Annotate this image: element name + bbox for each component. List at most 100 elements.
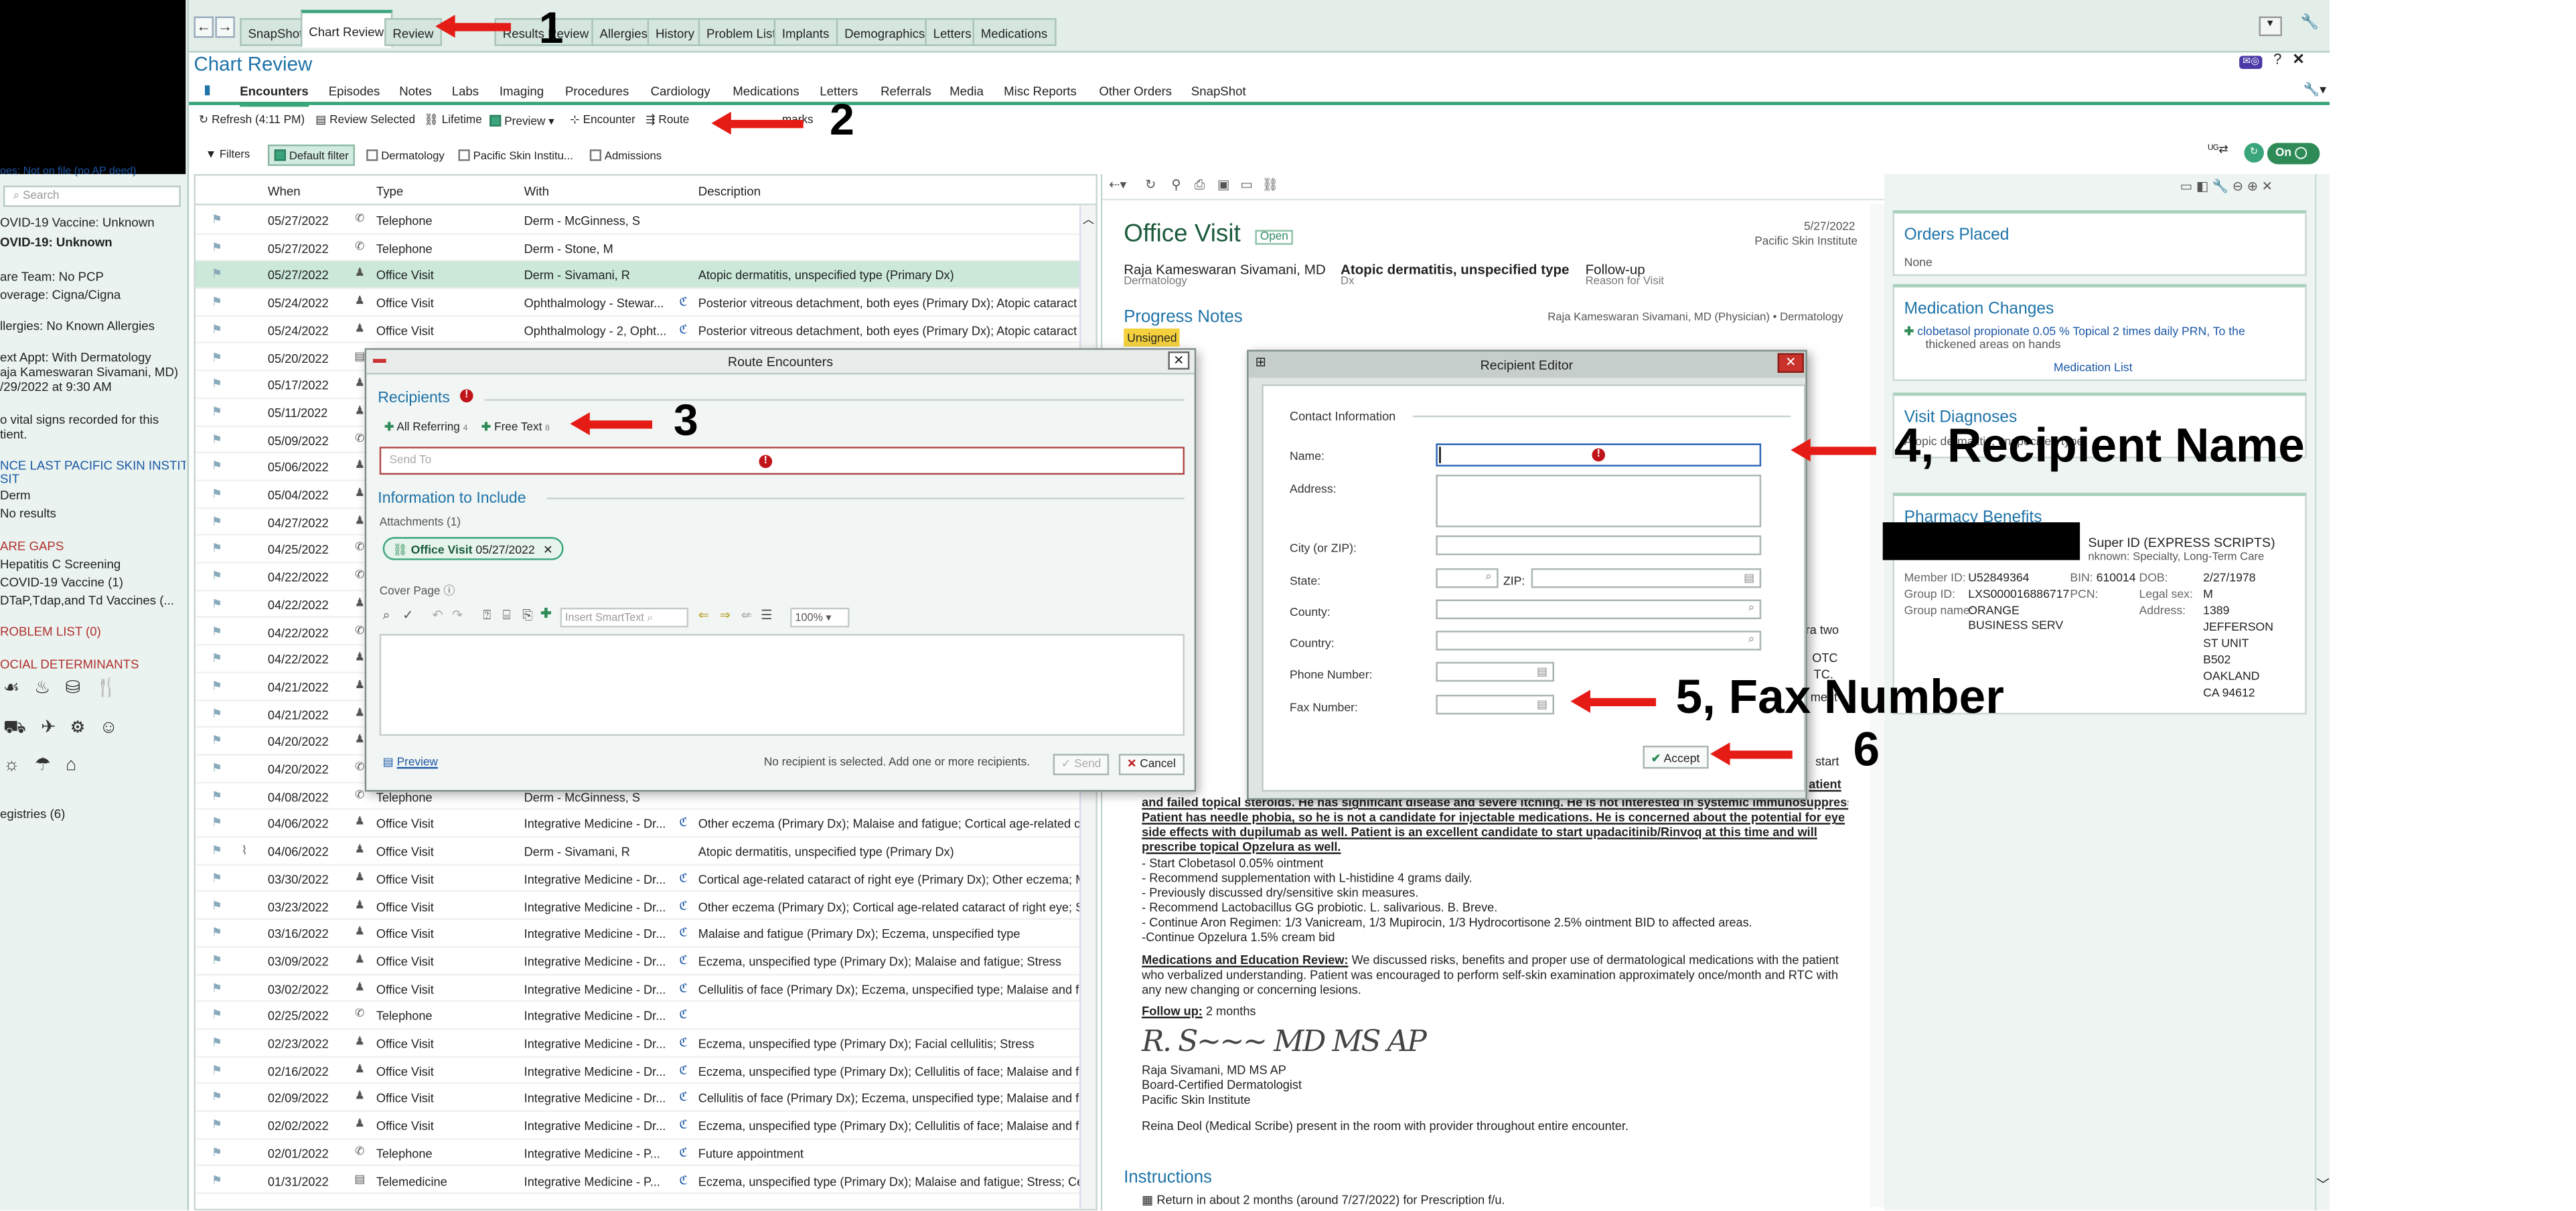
encounter-row[interactable]: ⚑ 02/25/2022 ✆ Telephone Integrative Medicin… [195, 1002, 1079, 1030]
template-icon[interactable]: ⎘ [522, 609, 533, 623]
encounter-row[interactable]: ⚑ 01/31/2022 ▤ Telemedicine Integrative Medi… [195, 1167, 1083, 1195]
save-icon[interactable]: ▣ [1217, 178, 1230, 192]
print-icon[interactable]: ⎙ [1195, 178, 1205, 192]
undo-icon[interactable]: ↶ [432, 609, 443, 623]
encounter-row[interactable]: ⚑ 05/27/2022 ♟ Office Visit Derm - Sivamani,… [195, 262, 1079, 290]
sidebar-search-input[interactable]: ⌕ Search [3, 185, 181, 208]
tab-history[interactable]: History [647, 17, 703, 46]
flag-icon[interactable]: ⚑ [210, 378, 224, 390]
binoculars-icon[interactable]: ⚲ [1171, 178, 1181, 192]
flag-icon[interactable]: ⚑ [210, 268, 224, 280]
flag-icon[interactable]: ⚑ [210, 899, 224, 911]
column-header-with[interactable]: With [524, 184, 549, 199]
flag-icon[interactable]: ⚑ [210, 1064, 224, 1076]
city-input[interactable] [1436, 535, 1762, 556]
flag-icon[interactable]: ⚑ [210, 789, 224, 801]
care-gap-item[interactable]: COVID-19 Vaccine (1) [0, 575, 185, 590]
encounter-row[interactable]: ⚑ 05/24/2022 ♟ Office Visit Ophthalmology - … [195, 317, 1079, 344]
subtab-imaging[interactable]: Imaging [500, 84, 544, 98]
zoom-select[interactable]: 100% ▾ [790, 607, 850, 628]
bookmark-icon[interactable]: ▮ [204, 83, 211, 97]
tab-implants[interactable]: Implants [773, 17, 838, 46]
preview-toggle[interactable]: Preview ▾ [489, 114, 554, 128]
encounter-row[interactable]: ⚑ 05/27/2022 ✆ Telephone Derm - Stone, M [195, 234, 1079, 262]
flag-icon[interactable]: ⚑ [210, 844, 224, 856]
flag-icon[interactable]: ⚑ [210, 1174, 224, 1186]
flag-icon[interactable]: ⚑ [210, 872, 224, 884]
encounter-row[interactable]: ⚑ 02/02/2022 ♟ Office Visit Integrative Medi… [195, 1112, 1079, 1140]
flag-icon[interactable]: ⚑ [210, 241, 224, 253]
remove-attachment-icon[interactable]: ✕ [543, 544, 553, 556]
flag-icon[interactable]: ⚑ [210, 707, 224, 719]
spellcheck-icon[interactable]: ✓ [402, 609, 413, 623]
review-selected-button[interactable]: ▤ Review Selected [315, 115, 415, 127]
subtab-notes[interactable]: Notes [399, 84, 432, 98]
flag-icon[interactable]: ⚑ [210, 461, 224, 473]
flag-icon[interactable]: ⚑ [210, 433, 224, 445]
flag-icon[interactable]: ⚑ [210, 1091, 224, 1103]
send-button[interactable]: ✓ Send [1053, 754, 1110, 776]
column-header-type[interactable]: Type [376, 184, 403, 199]
search-icon[interactable]: ⌕ [1485, 572, 1492, 585]
encounter-row[interactable]: ⚑ 02/16/2022 ♟ Office Visit Integrative Medi… [195, 1057, 1079, 1085]
wrench-icon[interactable]: 🔧▾ [2303, 83, 2326, 97]
state-input[interactable]: ⌕ [1436, 568, 1499, 588]
tab-allergies[interactable]: Allergies [591, 17, 656, 46]
encounter-row[interactable]: ⚑ 05/24/2022 ♟ Office Visit Ophthalmology - … [195, 289, 1079, 317]
smartphrase-icon[interactable]: ⍰ [483, 609, 491, 623]
flag-icon[interactable]: ⚑ [210, 323, 224, 335]
route-dialog-titlebar[interactable]: ▬ Route Encounters ✕ [366, 349, 1195, 375]
encounter-row[interactable]: ⚑ 02/01/2022 ✆ Telephone Integrative Medicin… [195, 1139, 1079, 1167]
flag-icon[interactable]: ⚑ [210, 488, 224, 500]
encounter-row[interactable]: ⚑ 03/09/2022 ♟ Office Visit Integrative Medi… [195, 947, 1079, 975]
tab-demographics[interactable]: Demographics [836, 17, 933, 46]
subtab-labs[interactable]: Labs [452, 84, 479, 98]
accept-button[interactable]: ✔ Accept [1643, 745, 1708, 769]
flag-icon[interactable]: ⚑ [210, 543, 224, 555]
refresh-icon[interactable]: ↻ [1145, 178, 1156, 192]
flag-icon[interactable]: ⚑ [210, 954, 224, 966]
flag-icon[interactable]: ⚑ [210, 1119, 224, 1131]
pacific-skin-filter[interactable]: Pacific Skin Institu... [452, 145, 580, 166]
recipient-editor-close-button[interactable]: ✕ [1777, 353, 1804, 373]
flag-icon[interactable]: ⚑ [210, 926, 224, 939]
help-icon[interactable]: ? [2273, 52, 2281, 68]
auto-toggle[interactable]: ᵁᴳ⇄ ↻ On ◯ [2208, 141, 2324, 166]
search-icon[interactable]: ⌕ [1748, 602, 1755, 616]
tab-chart-review[interactable]: Chart Review [300, 9, 392, 48]
tab-problem-list[interactable]: Problem List [698, 17, 784, 46]
encounter-row[interactable]: ⚑ 03/16/2022 ♟ Office Visit Integrative Medi… [195, 920, 1079, 948]
flag-icon[interactable]: ⚑ [210, 1036, 224, 1048]
tab-review[interactable]: Review [384, 17, 442, 46]
link-icon[interactable]: ⛓ [1262, 178, 1278, 192]
split-icon[interactable]: ◧ [2196, 180, 2209, 194]
flag-icon[interactable]: ⚑ [210, 406, 224, 418]
sidebar-registries[interactable]: egistries (6) [0, 807, 185, 821]
tabs-dropdown-button[interactable]: ▾ [2258, 16, 2282, 36]
subtab-procedures[interactable]: Procedures [565, 84, 629, 98]
tab-medications[interactable]: Medications [972, 17, 1056, 46]
zip-input[interactable]: ▤ [1531, 568, 1762, 588]
clear-icon[interactable]: ⇍ [741, 609, 752, 623]
flag-icon[interactable]: ⚑ [210, 981, 224, 993]
tab-letters[interactable]: Letters [925, 17, 980, 46]
subtab-referrals[interactable]: Referrals [881, 84, 931, 98]
country-input[interactable]: ⌕ [1436, 631, 1762, 651]
fax-number-input[interactable]: ▤ [1436, 694, 1555, 715]
flag-icon[interactable]: ⚑ [210, 570, 224, 582]
flag-icon[interactable]: ⚑ [210, 214, 224, 226]
column-header-description[interactable]: Description [698, 184, 761, 199]
encounter-row[interactable]: ⚑ 05/27/2022 ✆ Telephone Derm - McGinness, S [195, 207, 1079, 235]
dermatology-filter[interactable]: Dermatology [360, 145, 451, 166]
insert-smarttext-input[interactable]: Insert SmartText ⌕ [560, 607, 689, 628]
layout-icon[interactable]: ▭ [2180, 180, 2193, 194]
flag-icon[interactable]: ⚑ [210, 515, 224, 528]
subtab-other-orders[interactable]: Other Orders [1099, 84, 1172, 98]
subtab-snapshot[interactable]: SnapShot [1191, 84, 1246, 98]
care-gap-item[interactable]: Hepatitis C Screening [0, 557, 185, 572]
subtab-misc-reports[interactable]: Misc Reports [1004, 84, 1077, 98]
wrench-icon[interactable]: 🔧 [2212, 180, 2228, 194]
flag-icon[interactable]: ⚑ [210, 652, 224, 664]
encounter-row[interactable]: ⚑ ⌇ 04/06/2022 ♟ Office Visit Derm - Sivamani… [195, 838, 1079, 866]
route-dialog-close-button[interactable]: ✕ [1168, 351, 1190, 370]
